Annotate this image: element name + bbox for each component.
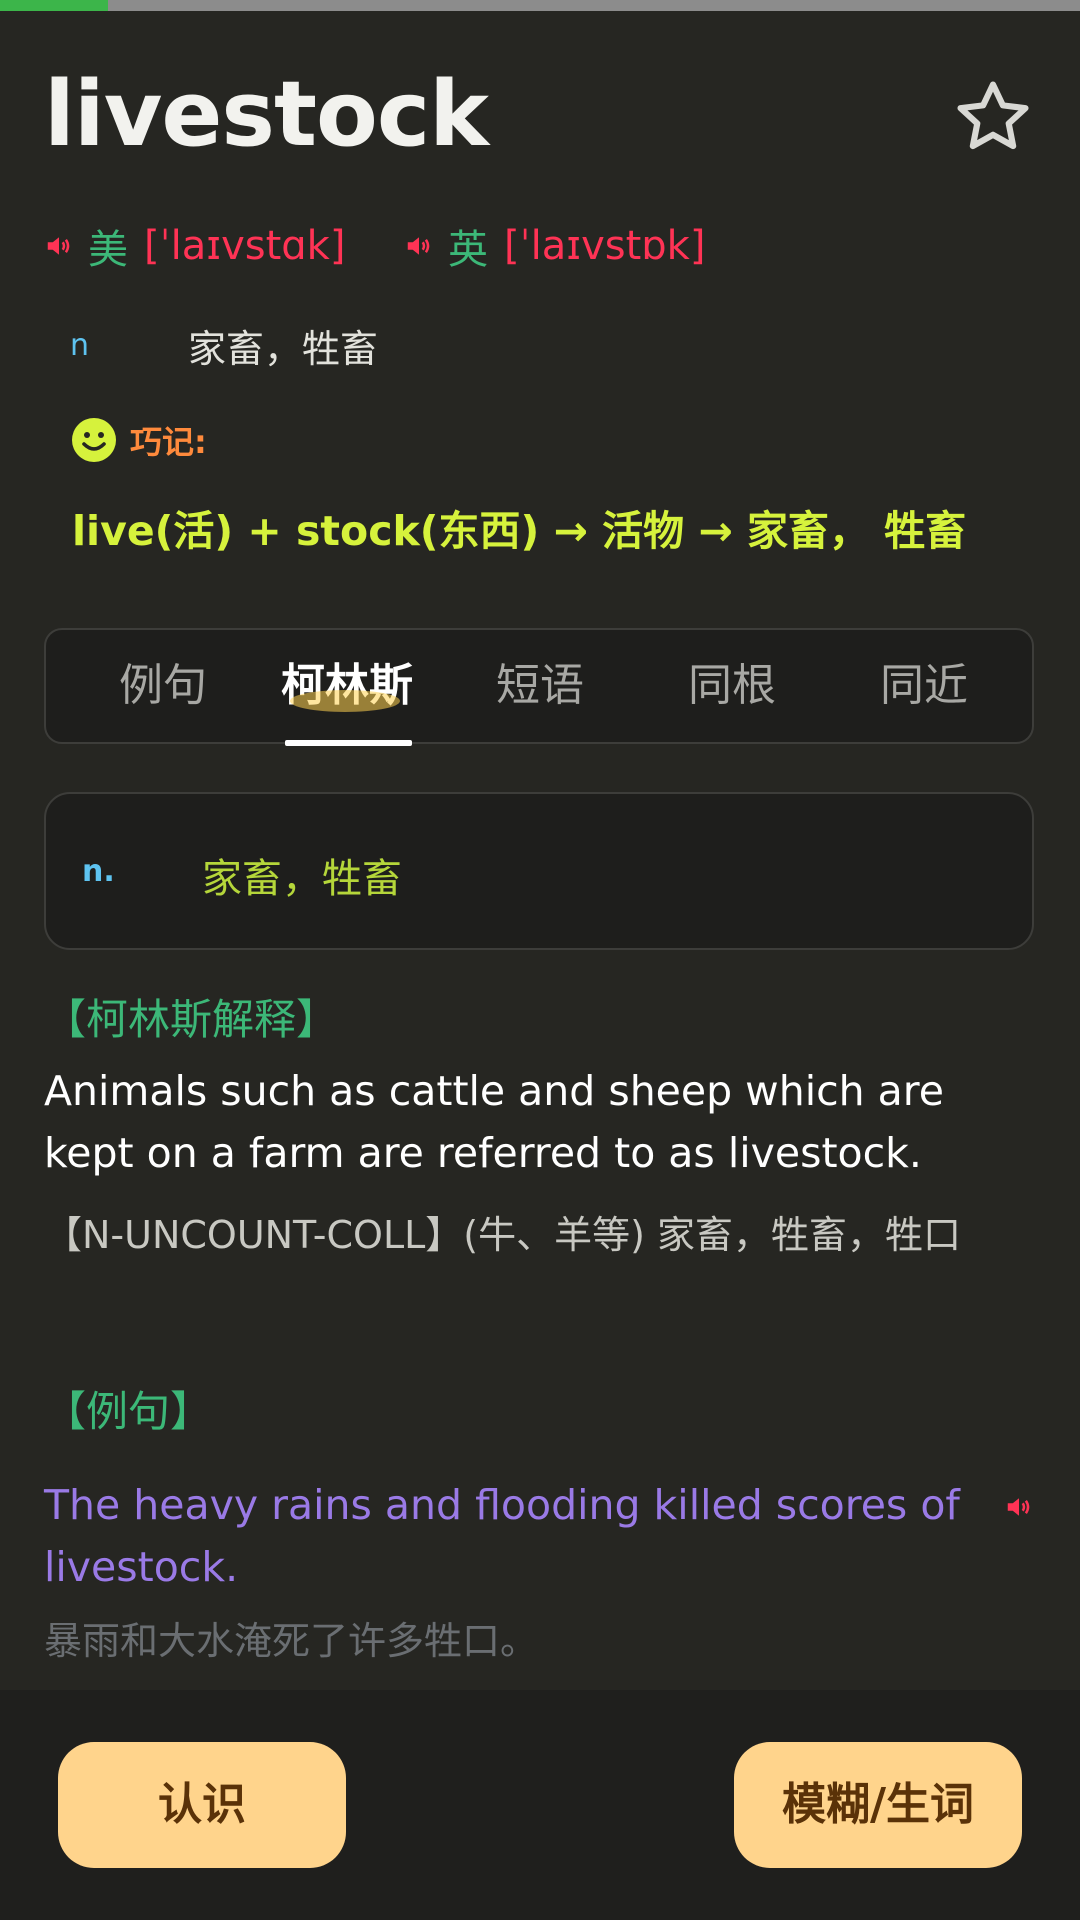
tab-collins[interactable]: 柯林斯: [272, 630, 422, 742]
examples-section-title: 【例句】: [44, 1387, 213, 1436]
basic-definition: 家畜，牲畜: [188, 327, 379, 371]
pronunciation-uk-label: 英: [448, 227, 488, 273]
tab-phrases[interactable]: 短语: [465, 630, 615, 742]
tab-active-underline: [285, 740, 412, 746]
example-sentence: The heavy rains and flooding killed scor…: [44, 1481, 960, 1591]
speaker-icon[interactable]: [44, 231, 74, 261]
progress-fill: [0, 0, 108, 11]
star-outline-icon[interactable]: [952, 76, 1034, 158]
tab-cognates[interactable]: 同根: [657, 630, 807, 742]
part-of-speech: n: [70, 328, 90, 363]
mnemonic-label: 巧记:: [130, 423, 207, 461]
speaker-icon[interactable]: [1004, 1492, 1034, 1522]
tab-synonyms[interactable]: 同近: [849, 630, 999, 742]
mnemonic-header: 巧记:: [70, 416, 207, 464]
progress-bar: [0, 0, 1080, 11]
tab-active-glow: [290, 690, 400, 712]
tab-bar: 例句 柯林斯 短语 同根 同近: [44, 628, 1034, 744]
pronunciation-uk[interactable]: 英 [ˈlaɪvstɒk]: [404, 218, 705, 274]
word-title: livestock: [44, 62, 489, 167]
collins-english-definition: Animals such as cattle and sheep which a…: [44, 1067, 944, 1177]
smiley-icon: [72, 418, 116, 462]
know-button[interactable]: 认识: [58, 1742, 346, 1868]
pronunciation-us-label: 美: [88, 227, 128, 273]
collins-section-title: 【柯林斯解释】: [44, 995, 339, 1044]
definition-card-text: 家畜，牲畜: [202, 856, 402, 902]
basic-meaning: n 家畜，牲畜: [70, 318, 378, 373]
definition-card-pos: n.: [82, 854, 115, 889]
pronunciation-us-ipa: [ˈlaɪvstɑk]: [144, 223, 346, 269]
pronunciation-us[interactable]: 美 [ˈlaɪvstɑk]: [44, 218, 345, 274]
pronunciation-uk-ipa: [ˈlaɪvstɒk]: [504, 223, 706, 269]
tab-examples[interactable]: 例句: [88, 630, 238, 742]
unsure-button[interactable]: 模糊/生词: [734, 1742, 1022, 1868]
mnemonic-text: live(活) + stock(东西) → 活物 → 家畜， 牲畜: [72, 507, 967, 555]
definition-card: n. 家畜，牲畜: [44, 792, 1034, 950]
speaker-icon[interactable]: [404, 231, 434, 261]
example-translation: 暴雨和大水淹死了许多牲口。: [44, 1619, 539, 1663]
collins-chinese-definition: 【N-UNCOUNT-COLL】(牛、羊等) 家畜，牲畜，牲口: [44, 1213, 962, 1257]
